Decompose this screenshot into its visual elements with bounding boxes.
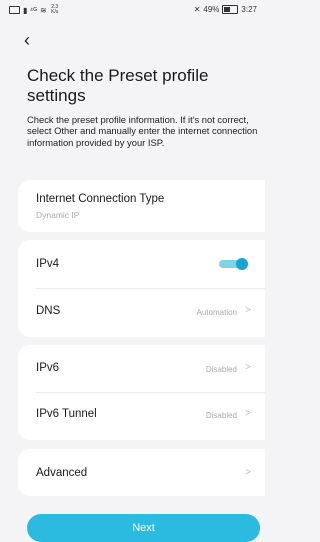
- advanced-card: Advanced >: [18, 449, 265, 496]
- ipv6-tunnel-value: Disabled: [205, 411, 237, 420]
- next-button[interactable]: Next: [27, 514, 260, 542]
- ipv6-tunnel-row[interactable]: IPv6 Tunnel Disabled >: [18, 393, 265, 440]
- connection-type-value: Dynamic IP: [36, 210, 80, 220]
- connection-type-label: Internet Connection Type: [36, 193, 165, 205]
- ipv4-row: IPv4: [18, 240, 265, 288]
- chevron-right-icon: >: [245, 305, 251, 316]
- ipv4-toggle[interactable]: [219, 258, 248, 270]
- ipv6-label: IPv6: [36, 362, 60, 374]
- page-description: Check the preset profile information. If…: [27, 114, 258, 148]
- chevron-right-icon: >: [245, 362, 251, 373]
- advanced-row[interactable]: Advanced >: [18, 449, 265, 496]
- status-right: ✕ 49% 3:27: [194, 5, 257, 14]
- chevron-right-icon: >: [245, 467, 251, 478]
- ipv6-value: Disabled: [205, 365, 237, 374]
- chevron-right-icon: >: [245, 408, 251, 419]
- dns-value: Automation: [196, 308, 237, 317]
- ipv6-card: IPv6 Disabled > IPv6 Tunnel Disabled >: [18, 345, 265, 440]
- status-bar: ▮ ⁴ᴳ ≋ 2.3 K/s ✕ 49% 3:27: [0, 0, 265, 20]
- chevron-left-icon[interactable]: ‹: [24, 31, 38, 49]
- page-title: Check the Preset profile settings: [27, 66, 209, 105]
- battery-icon: [222, 5, 239, 14]
- connection-type-row[interactable]: Internet Connection Type Dynamic IP: [18, 180, 265, 232]
- connection-type-card: Internet Connection Type Dynamic IP: [18, 180, 265, 232]
- ipv4-card: IPv4 DNS Automation >: [18, 240, 265, 337]
- wifi-icon: ≋: [40, 5, 47, 15]
- ipv6-tunnel-label: IPv6 Tunnel: [36, 408, 97, 420]
- sim-signal-icon: ▮ ⁴ᴳ: [23, 5, 38, 15]
- toggle-knob: [236, 258, 248, 270]
- advanced-label: Advanced: [36, 467, 88, 479]
- clock: 3:27: [241, 5, 257, 14]
- notification-icon: [9, 6, 20, 14]
- dns-row[interactable]: DNS Automation >: [18, 289, 265, 337]
- battery-percent: 49%: [203, 5, 220, 14]
- network-speed: 2.3 K/s: [51, 4, 59, 15]
- ipv4-label: IPv4: [36, 258, 60, 270]
- mute-icon: ✕: [193, 5, 201, 14]
- ipv6-row[interactable]: IPv6 Disabled >: [18, 345, 265, 392]
- status-left: ▮ ⁴ᴳ ≋ 2.3 K/s: [9, 5, 60, 15]
- dns-label: DNS: [36, 305, 61, 317]
